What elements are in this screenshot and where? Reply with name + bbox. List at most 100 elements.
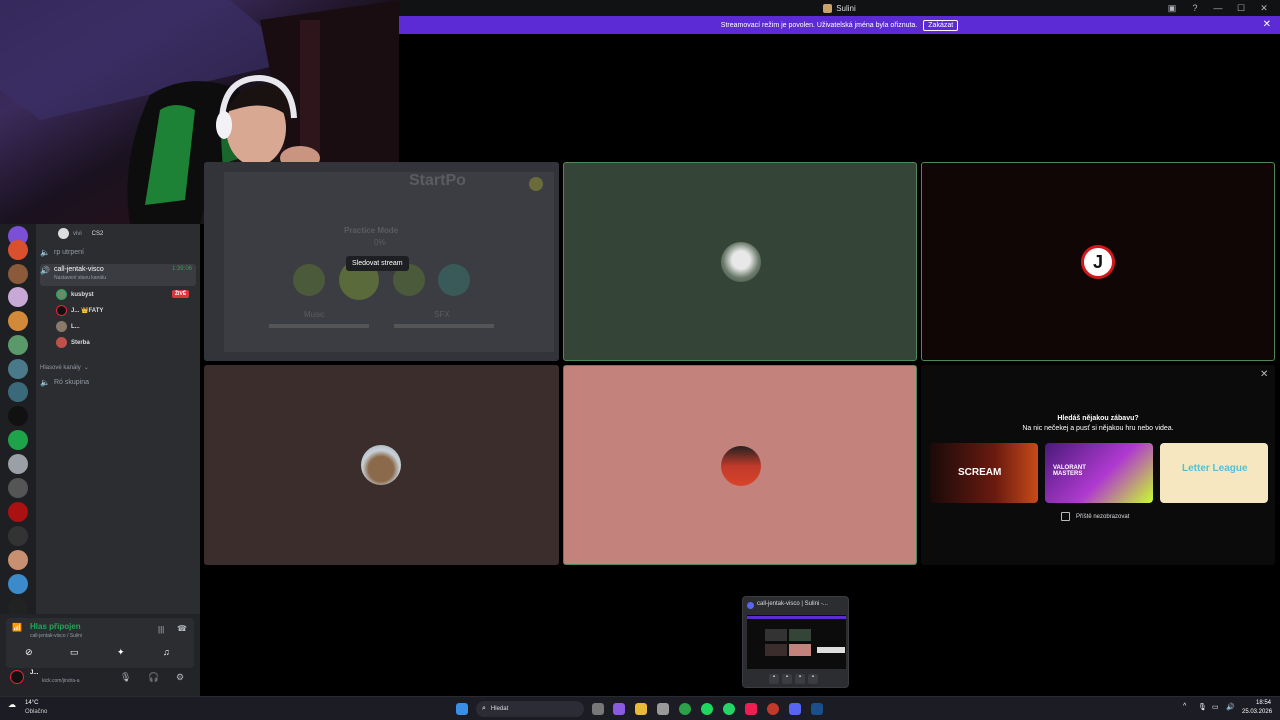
browser-icon[interactable] <box>767 703 779 715</box>
channel-name: Ró skupina <box>54 379 90 386</box>
participant-tile[interactable] <box>204 365 559 565</box>
user-avatar[interactable] <box>10 670 24 684</box>
maximize-button[interactable]: ☐ <box>1235 3 1247 14</box>
server-icon[interactable] <box>8 454 28 474</box>
server-icon[interactable] <box>8 240 28 260</box>
voice-channel-rp[interactable]: 🔈 rp utrpení <box>40 248 196 257</box>
watch-stream-tooltip[interactable]: Sledovat stream <box>346 256 409 271</box>
member-activity: CS2 <box>91 230 104 237</box>
voice-channel-call[interactable]: 🔊 call-jentak-visco Nastavení stavu kaná… <box>40 264 196 286</box>
microphone-icon[interactable]: 🎙 <box>120 672 131 683</box>
server-icon[interactable] <box>8 335 28 355</box>
chevron-up-icon[interactable]: ^ <box>1183 703 1186 710</box>
server-icon[interactable] <box>8 502 28 522</box>
disconnect-icon[interactable]: ☎ <box>177 624 187 633</box>
server-icon[interactable] <box>8 406 28 426</box>
window-title: Sulini <box>836 3 856 13</box>
game-practice-label: Practice Mode <box>344 226 399 235</box>
copilot-icon[interactable] <box>613 703 625 715</box>
screen-share-icon[interactable]: ▭ <box>70 647 79 658</box>
call-timer: 1:39:06 <box>171 266 192 272</box>
clock-time[interactable]: 18:54 <box>1256 700 1271 706</box>
file-explorer-icon[interactable] <box>635 703 647 715</box>
minimize-button[interactable]: — <box>1212 3 1224 13</box>
server-icon[interactable] <box>8 430 28 450</box>
start-icon[interactable] <box>456 703 468 715</box>
network-icon[interactable]: ▭ <box>1212 703 1219 711</box>
gear-icon[interactable]: ⚙ <box>176 672 184 683</box>
discord-taskbar-icon[interactable] <box>789 703 801 715</box>
thumbnail-controls: ▪ ▪ ▪ ▪ <box>769 674 818 684</box>
activities-headline: Hledáš nějakou zábavu? <box>1057 415 1139 422</box>
voice-status[interactable]: Hlas připojen <box>30 622 81 631</box>
user-status: kick.com/jindra-a <box>42 678 80 684</box>
streamer-mode-banner: Streamovací režim je povolen. Uživatelsk… <box>399 16 1280 34</box>
search-placeholder: Hledat <box>490 706 509 712</box>
weather-desc[interactable]: Oblačno <box>25 709 47 715</box>
voice-connection-panel: 📶 Hlas připojen call-jentak-visco / Suli… <box>0 614 200 696</box>
activities-icon[interactable]: ✦ <box>117 647 125 658</box>
window-title-bar: Sulini ▣ ? — ☐ ✕ <box>399 0 1280 16</box>
noise-suppression-icon[interactable]: ||| <box>158 625 164 634</box>
whatsapp-icon[interactable] <box>723 703 735 715</box>
help-icon[interactable]: ? <box>1189 3 1201 13</box>
participant-tile[interactable]: J <box>921 162 1275 361</box>
volume-icon[interactable]: 🔊 <box>1226 703 1235 711</box>
dont-show-again[interactable]: Příště nezobrazovat <box>1061 512 1129 521</box>
voice-member-row[interactable]: Sterba <box>56 337 90 348</box>
clock-date[interactable]: 25.03.2026 <box>1242 709 1272 715</box>
disconnect-icon[interactable]: ▪ <box>808 674 818 684</box>
soundboard-icon[interactable]: ♫ <box>163 647 170 657</box>
disable-streamer-mode-button[interactable]: Zakázat <box>923 19 959 31</box>
steam-icon[interactable] <box>811 703 823 715</box>
participant-avatar <box>721 446 761 486</box>
chrome-icon[interactable] <box>679 703 691 715</box>
server-icon[interactable] <box>8 311 28 331</box>
voice-member-row[interactable]: kusbyst <box>56 289 94 300</box>
voice-channel-group[interactable]: 🔈 Ró skupina <box>40 378 196 387</box>
server-icon[interactable] <box>8 526 28 546</box>
participant-tile[interactable] <box>563 162 917 361</box>
server-logo-icon <box>823 3 833 13</box>
weather-temp[interactable]: 14°C <box>25 700 38 706</box>
voice-member-row[interactable]: L... <box>56 321 80 332</box>
close-icon[interactable]: ✕ <box>1260 369 1268 380</box>
server-icon[interactable] <box>8 550 28 570</box>
server-icon[interactable] <box>8 264 28 284</box>
taskbar-window-thumbnail[interactable]: call-jentak-visco | Sulini -... ▪ ▪ ▪ ▪ <box>742 596 849 688</box>
task-view-icon[interactable] <box>592 703 604 715</box>
headphones-icon[interactable]: ▪ <box>795 674 805 684</box>
voice-location[interactable]: call-jentak-visco / Sulini <box>30 633 82 639</box>
server-icon[interactable] <box>8 574 28 594</box>
tiktok-icon[interactable] <box>745 703 757 715</box>
server-icon[interactable] <box>8 382 28 402</box>
activity-card-scream[interactable]: SCREAM <box>930 443 1038 503</box>
server-icon[interactable] <box>8 287 28 307</box>
close-window-button[interactable]: ✕ <box>1258 3 1270 14</box>
activity-card-letter-league[interactable]: Letter League <box>1160 443 1268 503</box>
camera-icon[interactable]: ▪ <box>769 674 779 684</box>
voice-status-box: 📶 Hlas připojen call-jentak-visco / Suli… <box>6 618 194 668</box>
store-icon[interactable] <box>657 703 669 715</box>
banner-close-icon[interactable]: ✕ <box>1263 19 1271 30</box>
camera-off-icon[interactable]: ⊘ <box>25 647 33 658</box>
headphones-icon[interactable]: 🎧 <box>148 672 159 683</box>
channel-name: call-jentak-visco <box>54 266 104 273</box>
server-icon[interactable] <box>8 359 28 379</box>
inbox-icon[interactable]: ▣ <box>1166 3 1178 14</box>
microphone-icon[interactable]: ▪ <box>782 674 792 684</box>
participant-tile[interactable] <box>563 365 917 565</box>
stream-tile-game[interactable]: StartPo Practice Mode 0% Music SFX Sledo… <box>204 162 559 361</box>
activity-card-valorant[interactable]: VALORANT MASTERS <box>1045 443 1153 503</box>
voice-member-row[interactable]: vivi CS2 <box>58 228 103 239</box>
voice-member-row[interactable]: J... 👑FATY <box>56 305 103 316</box>
member-name: kusbyst <box>71 291 94 298</box>
mic-tray-icon[interactable]: 🎙 <box>1198 703 1207 711</box>
checkbox[interactable] <box>1061 512 1070 521</box>
search-icon: ⌕ <box>482 705 486 712</box>
spotify-icon[interactable] <box>701 703 713 715</box>
taskbar-search[interactable]: ⌕ Hledat <box>476 701 584 717</box>
voice-category-header[interactable]: Hlasové kanály ⌄ <box>40 364 196 372</box>
channel-status-prompt[interactable]: Nastavení stavu kanálu <box>54 275 106 281</box>
server-icon[interactable] <box>8 478 28 498</box>
